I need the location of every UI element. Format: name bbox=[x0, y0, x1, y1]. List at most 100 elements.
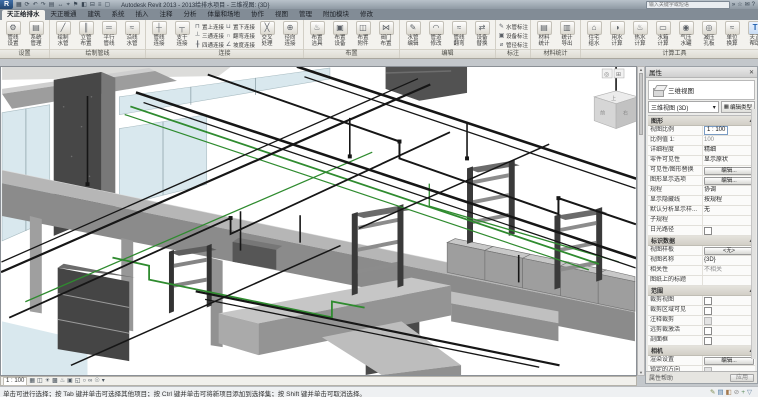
ribbon-tab-11[interactable]: 管理 bbox=[294, 10, 317, 20]
pressure-tank-button[interactable]: ◉气压水罐 bbox=[675, 21, 697, 47]
ribbon-tab-13[interactable]: 修改 bbox=[355, 10, 378, 20]
residential-supply-button[interactable]: ⌂住宅给水 bbox=[583, 21, 605, 47]
show-crop-region-icon[interactable]: ◱ bbox=[75, 377, 81, 385]
connect-bottom-button[interactable]: ⊔置下连接 bbox=[225, 22, 255, 31]
property-group-header[interactable]: 范围▴ bbox=[648, 286, 755, 296]
hot-water-button[interactable]: ♨热水计算 bbox=[629, 21, 651, 47]
ribbon-tab-2[interactable]: 天正暖通 bbox=[46, 10, 82, 20]
connect-top-button[interactable]: ⊓置上连接 bbox=[194, 22, 224, 31]
show-rendering-dialog-icon[interactable]: ♨ bbox=[60, 377, 65, 385]
undo-icon[interactable]: ↶ bbox=[32, 1, 39, 9]
type-selector[interactable]: 三维视图 bbox=[648, 80, 755, 100]
ribbon-tab-12[interactable]: 附加模块 bbox=[318, 10, 354, 20]
equipment-tag-button[interactable]: ▣设备标注 bbox=[498, 31, 528, 40]
sun-path-icon[interactable]: ☀ bbox=[45, 377, 50, 385]
navigation-bar[interactable]: ◎ ⊞ bbox=[602, 69, 624, 78]
ribbon-tab-10[interactable]: 视图 bbox=[270, 10, 293, 20]
thin-lines-icon[interactable]: ≡ bbox=[97, 1, 103, 9]
diameter-tag-button[interactable]: ⌀管径标注 bbox=[498, 40, 528, 49]
model-3d-view[interactable]: 上 前 右 ◎ ⊞ bbox=[1, 67, 636, 375]
property-group-header[interactable]: 标识数据▴ bbox=[648, 236, 755, 246]
scroll-down-icon[interactable]: ▼ bbox=[638, 370, 644, 375]
ribbon-tab-3[interactable]: 建筑 bbox=[83, 10, 106, 20]
switch-windows-icon[interactable]: ▢ bbox=[103, 1, 111, 9]
place-valve-button[interactable]: ⋈阀门布置 bbox=[375, 21, 397, 47]
viewbar-more-icon[interactable]: ▾ bbox=[102, 377, 105, 385]
temporary-hide-isolate-icon[interactable]: ∞ bbox=[88, 377, 92, 385]
scale-button[interactable]: 1 : 100 bbox=[3, 377, 27, 386]
viewcube-right-label[interactable]: 右 bbox=[623, 110, 628, 117]
checkbox[interactable] bbox=[704, 317, 712, 325]
ribbon-tab-4[interactable]: 系统 bbox=[107, 10, 130, 20]
ribbon-tab-1[interactable]: 天正给排水 bbox=[2, 10, 45, 20]
property-group-header[interactable]: 图形▴ bbox=[648, 116, 755, 126]
application-menu-button[interactable]: R bbox=[0, 0, 13, 9]
pipe-tag-button[interactable]: ✎水管标注 bbox=[498, 22, 528, 31]
sync-icon[interactable]: ⟳ bbox=[24, 1, 31, 9]
pipe-connect-button[interactable]: ┼管线连接 bbox=[148, 21, 170, 47]
edit-type-button[interactable]: ▦ 编辑类型 bbox=[721, 101, 755, 113]
viewcube-top-label[interactable]: 上 bbox=[611, 95, 616, 102]
worksets-icon[interactable]: ▤ bbox=[717, 388, 723, 397]
pipe-offset-button[interactable]: ≈管线翻弯 bbox=[448, 21, 470, 47]
viewcube-front-label[interactable]: 前 bbox=[600, 110, 605, 117]
place-accessory-button[interactable]: ◫布置附件 bbox=[352, 21, 374, 47]
filter-icon[interactable]: ▽ bbox=[747, 388, 752, 397]
ribbon-tab-7[interactable]: 分析 bbox=[179, 10, 202, 20]
modify-duct-button[interactable]: ◠管道修改 bbox=[425, 21, 447, 47]
infocenter-search-input[interactable] bbox=[646, 1, 730, 9]
along-line-pipe-button[interactable]: ≈沿线水管 bbox=[121, 21, 143, 47]
offset-connect-button[interactable]: ∩翻弯连接 bbox=[225, 31, 255, 40]
checkbox[interactable] bbox=[704, 307, 712, 315]
measure-icon[interactable]: ↔ bbox=[56, 1, 64, 9]
tag-icon[interactable]: ⚑ bbox=[72, 1, 79, 9]
default-3d-view-icon[interactable]: ◧ bbox=[80, 1, 88, 9]
export-schedule-button[interactable]: ▥统计导出 bbox=[556, 21, 578, 47]
replace-equipment-button[interactable]: ⇄设备替换 bbox=[471, 21, 493, 47]
slope-connect-button[interactable]: ∠坡度连接 bbox=[225, 40, 255, 49]
place-fixture-button[interactable]: ♨布置洁具 bbox=[306, 21, 328, 47]
checkbox[interactable] bbox=[704, 337, 712, 345]
viewcube[interactable]: 上 前 右 bbox=[594, 91, 636, 129]
checkbox[interactable] bbox=[704, 297, 712, 305]
properties-help-link[interactable]: 属性帮助 bbox=[649, 373, 673, 382]
checkbox[interactable] bbox=[704, 227, 712, 235]
water-usage-button[interactable]: ◑用水计算 bbox=[606, 21, 628, 47]
detail-level-icon[interactable]: ▦ bbox=[29, 377, 35, 385]
cross-connect-button[interactable]: ╂四通连接 bbox=[194, 40, 224, 49]
visual-style-icon[interactable]: ◫ bbox=[37, 377, 43, 385]
checkbox[interactable] bbox=[704, 327, 712, 335]
close-icon[interactable]: ✕ bbox=[749, 69, 754, 76]
reveal-hidden-elements-icon[interactable]: ☉ bbox=[94, 377, 99, 385]
redo-icon[interactable]: ↷ bbox=[40, 1, 47, 9]
edit-pipe-button[interactable]: ✎水管编辑 bbox=[402, 21, 424, 47]
parallel-pipes-button[interactable]: ═平行管线 bbox=[98, 21, 120, 47]
branch-connect-button[interactable]: ┬支干连接 bbox=[171, 21, 193, 47]
view-type-dropdown[interactable]: 三维视图 (3D) ▾ bbox=[648, 101, 719, 113]
pan-zoom-icon[interactable]: ⊞ bbox=[616, 72, 621, 78]
section-icon[interactable]: ⊟ bbox=[89, 1, 96, 9]
unlocked-3d-view-icon[interactable]: ○ bbox=[83, 377, 87, 385]
ribbon-tab-9[interactable]: 协作 bbox=[246, 10, 269, 20]
property-group-header[interactable]: 相机▴ bbox=[648, 346, 755, 356]
scroll-thumb[interactable] bbox=[639, 73, 643, 135]
place-equipment-button[interactable]: ▣布置设备 bbox=[329, 21, 351, 47]
properties-scrollbar[interactable] bbox=[751, 109, 756, 359]
exclude-options-icon[interactable]: ⊘ bbox=[734, 388, 739, 397]
aligned-dimension-icon[interactable]: ⌖ bbox=[65, 1, 70, 9]
drawing-area[interactable]: 上 前 右 ◎ ⊞ bbox=[0, 66, 637, 376]
save-icon[interactable]: ▦ bbox=[15, 1, 23, 9]
orifice-plate-button[interactable]: ◎减压孔板 bbox=[698, 21, 720, 47]
design-options-icon[interactable]: ◧ bbox=[726, 388, 732, 397]
search-icon[interactable]: » bbox=[732, 1, 735, 9]
canvas-vertical-scrollbar[interactable]: ▲ ▼ bbox=[637, 66, 645, 376]
shadows-icon[interactable]: ▩ bbox=[52, 377, 58, 385]
crossing-handle-button[interactable]: ╳交叉处理 bbox=[256, 21, 278, 47]
system-manager-button[interactable]: ▤系统管理 bbox=[25, 21, 47, 47]
draw-pipe-button[interactable]: ╱绘制水管 bbox=[52, 21, 74, 47]
tangent-help-button[interactable]: T天正帮助 bbox=[744, 21, 758, 47]
crop-view-icon[interactable]: ▣ bbox=[67, 377, 73, 385]
help-icon[interactable]: ? bbox=[752, 1, 755, 9]
print-icon[interactable]: ▤ bbox=[48, 1, 56, 9]
riser-pipe-button[interactable]: ║立管布置 bbox=[75, 21, 97, 47]
